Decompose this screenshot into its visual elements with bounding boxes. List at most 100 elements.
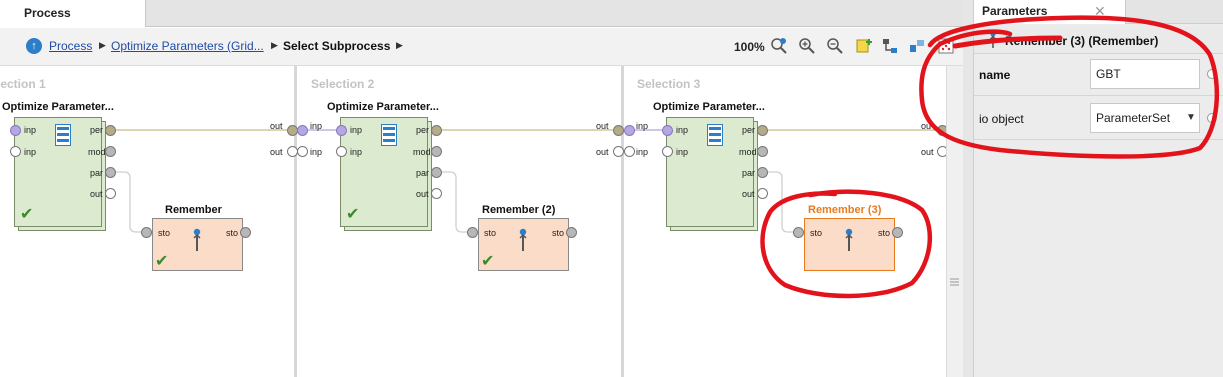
checkmark-icon: ✔ [155, 253, 169, 270]
output-port[interactable] [431, 146, 442, 157]
input-port[interactable] [10, 146, 21, 157]
checkmark-icon: ✔ [20, 206, 34, 223]
port-label: par [416, 168, 430, 178]
close-icon[interactable]: ✕ [1094, 3, 1106, 20]
zoom-level: 100% [734, 40, 765, 54]
operator-title: Remember [165, 204, 222, 216]
port-label: inp [350, 125, 363, 135]
operator-title: Remember (2) [482, 204, 556, 216]
breadcrumb-separator-icon: ▶ [99, 40, 106, 50]
checkmark-icon: ✔ [481, 253, 495, 270]
input-port[interactable] [467, 227, 478, 238]
parameters-panel [973, 0, 1223, 377]
port-label: mod [88, 147, 106, 157]
port-label: par [742, 168, 756, 178]
input-port[interactable] [336, 146, 347, 157]
operator-title-selected: Remember (3) [808, 204, 882, 216]
show-grid-icon[interactable] [937, 37, 955, 55]
parameter-set-icon [381, 124, 397, 149]
port-label: mod [739, 147, 757, 157]
tab-process[interactable]: Process [0, 0, 146, 27]
checkmark-icon: ✔ [346, 206, 360, 223]
up-arrow-icon[interactable]: ↑ [26, 38, 42, 54]
input-port[interactable] [624, 146, 635, 157]
output-port[interactable] [757, 167, 768, 178]
parameter-set-icon [707, 124, 723, 149]
input-port[interactable] [336, 125, 347, 136]
port-label: sto [158, 228, 171, 238]
parameter-set-icon [55, 124, 71, 149]
input-port[interactable] [662, 146, 673, 157]
port-label: inp [24, 147, 37, 157]
output-port[interactable] [757, 188, 768, 199]
dropdown-arrow-icon[interactable]: ▼ [1186, 112, 1196, 123]
port-label: per [90, 125, 104, 135]
output-port[interactable] [566, 227, 577, 238]
output-port[interactable] [431, 167, 442, 178]
port-label: sto [484, 228, 497, 238]
name-input[interactable]: GBT [1090, 59, 1200, 89]
output-port[interactable] [105, 146, 116, 157]
output-port[interactable] [240, 227, 251, 238]
operator-title: Optimize Parameter... [2, 101, 114, 113]
output-port[interactable] [105, 188, 116, 199]
output-port[interactable] [613, 146, 624, 157]
output-port[interactable] [757, 125, 768, 136]
input-port[interactable] [297, 146, 308, 157]
port-label: sto [552, 228, 565, 238]
port-label: inp [310, 121, 323, 131]
output-port[interactable] [613, 125, 624, 136]
scroll-grip-icon[interactable] [949, 277, 960, 287]
operator-title: Optimize Parameter... [327, 101, 439, 113]
add-note-icon[interactable] [855, 37, 873, 55]
port-label: out [270, 147, 283, 157]
input-port[interactable] [141, 227, 152, 238]
divider [974, 95, 1223, 96]
port-label: sto [878, 228, 891, 238]
pin-icon [843, 228, 855, 255]
pin-icon [517, 228, 529, 255]
breadcrumb-process[interactable]: Process [49, 39, 92, 53]
input-port[interactable] [793, 227, 804, 238]
arrange-operators-icon[interactable] [908, 37, 926, 55]
input-port[interactable] [10, 125, 21, 136]
port-label: out [270, 121, 283, 131]
vertical-scrollbar[interactable] [946, 66, 963, 377]
divider [974, 139, 1223, 140]
param-label-name: name [979, 68, 1011, 82]
help-icon[interactable] [1207, 113, 1217, 123]
output-port[interactable] [431, 125, 442, 136]
io-object-select[interactable]: ParameterSet [1090, 103, 1200, 133]
output-port[interactable] [431, 188, 442, 199]
pin-icon [988, 31, 998, 52]
zoom-in-icon[interactable] [798, 37, 816, 55]
port-label: out [416, 189, 429, 199]
param-label-io-object: io object [979, 112, 1024, 126]
port-label: out [742, 189, 755, 199]
operator-title: Optimize Parameter... [653, 101, 765, 113]
port-label: out [596, 147, 609, 157]
help-icon[interactable] [1207, 69, 1217, 79]
output-port[interactable] [757, 146, 768, 157]
breadcrumb-separator-icon: ▶ [396, 40, 403, 50]
port-label: per [742, 125, 756, 135]
zoom-reset-icon[interactable] [770, 37, 788, 55]
output-port[interactable] [105, 125, 116, 136]
port-label: inp [350, 147, 363, 157]
input-port[interactable] [624, 125, 635, 136]
auto-wire-icon[interactable] [881, 37, 899, 55]
input-port[interactable] [662, 125, 673, 136]
zoom-out-icon[interactable] [826, 37, 844, 55]
port-label: per [416, 125, 430, 135]
breadcrumb-optimize-parameters[interactable]: Optimize Parameters (Grid... [111, 39, 264, 53]
port-label: inp [636, 121, 649, 131]
output-port[interactable] [105, 167, 116, 178]
port-label: inp [676, 147, 689, 157]
port-label: out [921, 147, 934, 157]
port-label: inp [636, 147, 649, 157]
port-label: out [596, 121, 609, 131]
input-port[interactable] [297, 125, 308, 136]
output-port[interactable] [892, 227, 903, 238]
port-label: inp [676, 125, 689, 135]
port-label: inp [310, 147, 323, 157]
